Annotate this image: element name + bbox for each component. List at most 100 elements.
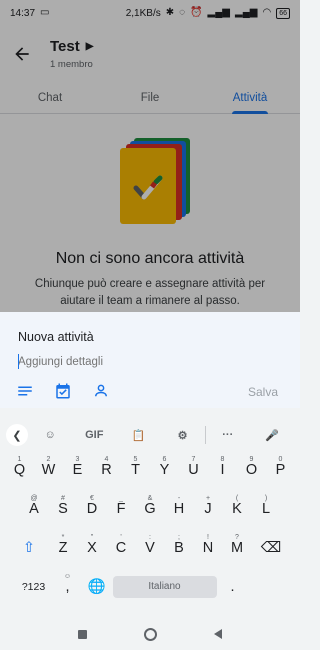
space-bar[interactable]: Italiano <box>112 575 217 598</box>
key-sup: ' <box>120 533 122 541</box>
gear-icon[interactable]: ⚙ <box>161 429 205 442</box>
key-label: F <box>116 500 126 517</box>
chevron-left-icon[interactable]: ❮ <box>6 424 28 446</box>
key-sup: € <box>90 494 94 502</box>
symbols-key[interactable]: ?123 <box>16 570 52 604</box>
key-sup: ) <box>264 494 268 502</box>
key-row-2: @ A # S € D _ F & G -H + J (K ) L <box>0 489 300 528</box>
key-n[interactable]: ! N <box>195 531 221 565</box>
system-nav-bar <box>0 618 300 650</box>
key-e[interactable]: 3E <box>65 453 91 487</box>
key-m[interactable]: ? M <box>224 531 250 565</box>
key-row-1: 1Q 2W 3E 4R 5T 6Y 7U 8I 9O 0P <box>0 450 300 489</box>
key-l[interactable]: ) L <box>253 492 279 526</box>
text-cursor <box>18 354 19 369</box>
key-u[interactable]: 7U <box>181 453 207 487</box>
recents-square-icon[interactable] <box>78 629 88 639</box>
key-sup: " <box>90 533 94 541</box>
key-s[interactable]: # S <box>50 492 76 526</box>
key-label: R <box>101 461 112 478</box>
key-c[interactable]: ' C <box>108 531 134 565</box>
key-sup: + <box>205 494 211 502</box>
key-label: I <box>220 461 225 478</box>
key-label: H <box>173 500 185 517</box>
key-o[interactable]: 9O <box>239 453 265 487</box>
key-label: T <box>131 461 140 478</box>
enter-key[interactable] <box>249 570 285 604</box>
key-sup: 4 <box>104 455 109 463</box>
backspace-icon[interactable]: ⌫ <box>253 531 289 565</box>
key-sup: ( <box>235 494 239 502</box>
key-z[interactable]: * Z <box>50 531 76 565</box>
key-label: Q <box>13 461 26 478</box>
key-label: W <box>41 461 56 478</box>
key-v[interactable]: :V <box>137 531 163 565</box>
key-label: B <box>174 539 184 556</box>
key-label: D <box>86 500 98 517</box>
key-label: L <box>261 500 271 517</box>
key-r[interactable]: 4R <box>94 453 120 487</box>
key-d[interactable]: € D <box>79 492 105 526</box>
key-sup: ; <box>178 533 180 541</box>
key-label: Z <box>58 539 68 556</box>
key-sup: @ <box>30 494 38 502</box>
key-label: C <box>115 539 127 556</box>
key-j[interactable]: + J <box>195 492 221 526</box>
key-h[interactable]: -H <box>166 492 192 526</box>
key-label: , <box>65 578 70 595</box>
home-circle-icon[interactable] <box>143 627 157 641</box>
key-x[interactable]: " X <box>79 531 105 565</box>
key-row-4: ?123 ☺, 🌐 Italiano . <box>0 567 300 606</box>
details-lines-icon[interactable] <box>16 382 34 400</box>
key-t[interactable]: 5T <box>123 453 149 487</box>
gif-button[interactable]: GIF <box>72 429 116 441</box>
back-triangle-icon[interactable] <box>213 629 222 639</box>
keyboard-toolbar: ❮ ☺ GIF 📋 ⚙ ··· 🎤 <box>0 420 300 450</box>
chat-space-screen: 14:37 ▭ 2,1KB/s ✱ ◌ ⏰ ▂▄▆ ▂▄▆ ◠ 66 Test … <box>0 0 300 312</box>
key-label: J <box>204 500 212 517</box>
key-label: N <box>202 539 214 556</box>
shift-arrow-icon[interactable]: ⇧ <box>11 531 47 565</box>
key-f[interactable]: _ F <box>108 492 134 526</box>
modal-scrim[interactable] <box>0 0 300 312</box>
key-sup: 0 <box>278 455 283 463</box>
details-input[interactable] <box>18 356 218 368</box>
assign-person-icon[interactable] <box>92 382 110 400</box>
key-sup: * <box>61 533 65 541</box>
key-label: Y <box>159 461 170 478</box>
key-sup: 2 <box>46 455 51 463</box>
key-label: O <box>245 461 258 478</box>
key-label: G <box>144 500 156 517</box>
key-sup: # <box>61 494 65 502</box>
key-label: M <box>230 539 244 556</box>
more-options-button[interactable]: ··· <box>206 429 250 441</box>
key-sup: 8 <box>220 455 225 463</box>
key-i[interactable]: 8I <box>210 453 236 487</box>
key-p[interactable]: 0P <box>268 453 294 487</box>
key-w[interactable]: 2W <box>36 453 62 487</box>
globe-icon[interactable]: 🌐 <box>84 570 110 604</box>
key-g[interactable]: & G <box>137 492 163 526</box>
save-button[interactable]: Salva <box>248 385 278 399</box>
key-row-3: ⇧ * Z " X ' C :V ; B ! N ? M ⌫ <box>0 528 300 567</box>
sticker-icon[interactable]: ☺ <box>28 429 72 441</box>
comma-key[interactable]: ☺, <box>55 570 81 604</box>
key-sup: 1 <box>17 455 22 463</box>
key-label: E <box>72 461 83 478</box>
key-sup: 6 <box>162 455 167 463</box>
key-q[interactable]: 1Q <box>7 453 33 487</box>
key-a[interactable]: @ A <box>21 492 47 526</box>
clipboard-icon[interactable]: 📋 <box>116 429 160 442</box>
key-k[interactable]: (K <box>224 492 250 526</box>
key-label: V <box>145 539 155 556</box>
calendar-check-icon[interactable] <box>54 382 72 400</box>
microphone-icon[interactable]: 🎤 <box>250 429 294 442</box>
key-y[interactable]: 6Y <box>152 453 178 487</box>
task-actions <box>16 382 110 400</box>
new-task-title-input[interactable]: Nuova attività <box>18 330 94 344</box>
emoji-icon: ☺ <box>63 572 72 580</box>
key-b[interactable]: ; B <box>166 531 192 565</box>
key-sup: ! <box>207 533 209 541</box>
period-key[interactable]: . <box>220 570 246 604</box>
new-task-sheet: Nuova attività Salva <box>0 312 300 408</box>
